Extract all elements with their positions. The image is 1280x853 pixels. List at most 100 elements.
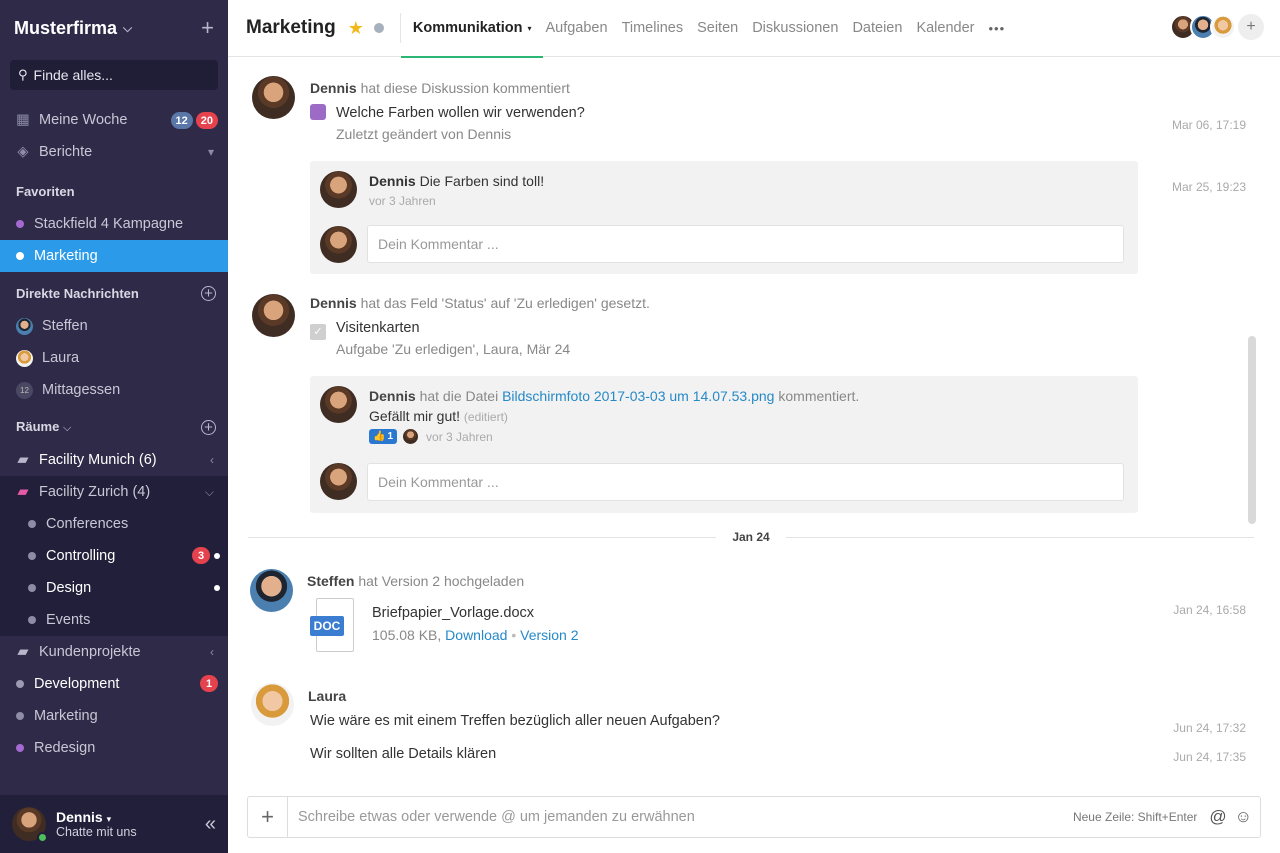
room-color-dot [16, 220, 24, 228]
avatar [12, 807, 48, 843]
sidebar-item-label: Stackfield 4 Kampagne [34, 216, 184, 232]
tab-kalender[interactable]: Kalender [916, 0, 974, 57]
tab-aufgaben[interactable]: Aufgaben [545, 0, 607, 57]
download-link[interactable]: Download [445, 627, 507, 643]
author-name[interactable]: Steffen [307, 573, 354, 589]
sidebar-item-my-week[interactable]: ▦ Meine Woche 12 20 [0, 104, 228, 136]
sidebar-item-label: Redesign [34, 740, 96, 756]
collapse-sidebar-icon[interactable]: « [205, 813, 216, 836]
folder-icon: ▰ [17, 484, 29, 500]
avatar [251, 683, 294, 726]
count-badge: 12 [170, 112, 193, 129]
sidebar-item-label: Kundenprojekte [39, 644, 141, 660]
comment-input[interactable]: Dein Kommentar ... [367, 225, 1124, 263]
emoji-icon[interactable]: ☺ [1235, 807, 1252, 827]
author-name[interactable]: Dennis [310, 295, 357, 311]
author-name[interactable]: Dennis [369, 388, 416, 404]
edited-label: (editiert) [463, 410, 508, 424]
thumbs-up-icon: 👍 [373, 431, 386, 442]
room-color-dot [16, 252, 24, 260]
sidebar-item-events[interactable]: Events [0, 604, 228, 636]
search-input[interactable]: ⚲ Finde alles... [10, 60, 218, 90]
sidebar-item-reports[interactable]: ◈ Berichte ▾ [0, 136, 228, 168]
sidebar-item-conferences[interactable]: Conferences [0, 508, 228, 540]
sidebar-item-controlling[interactable]: Controlling 3 [0, 540, 228, 572]
section-label: Direkte Nachrichten [16, 285, 139, 301]
timestamp: Mar 06, 17:19 [1171, 118, 1246, 132]
add-circle-icon[interactable]: + [201, 419, 216, 436]
like-badge[interactable]: 👍 1 [369, 429, 398, 444]
author-name[interactable]: Dennis [310, 80, 357, 96]
comment-header: Dennis hat die Datei Bildschirmfoto 2017… [369, 388, 859, 404]
chevron-down-icon: ▾ [207, 145, 214, 159]
sidebar-item-label: Design [46, 580, 92, 596]
sidebar-item-mittagessen[interactable]: 12 Mittagessen [0, 374, 228, 406]
doc-file-icon[interactable]: DOC [310, 598, 354, 652]
file-link[interactable]: Bildschirmfoto 2017-03-03 um 14.07.53.pn… [502, 388, 774, 404]
message-composer: + Schreibe etwas oder verwende @ um jema… [247, 796, 1261, 838]
member-avatars[interactable]: + [1170, 14, 1264, 40]
tab-seiten[interactable]: Seiten [697, 0, 738, 57]
tab-dateien[interactable]: Dateien [852, 0, 902, 57]
comment-box: Dennis Die Farben sind toll! vor 3 Jahre… [310, 161, 1138, 274]
count-badge: 1 [200, 675, 218, 692]
scrollbar[interactable] [1248, 336, 1256, 524]
add-circle-icon[interactable]: + [201, 285, 216, 302]
timestamp: Jun 24, 17:35 [1173, 750, 1246, 764]
author-name[interactable]: Laura [308, 688, 346, 704]
attach-button[interactable]: + [248, 797, 288, 837]
task-title[interactable]: ✓ Visitenkarten [310, 320, 420, 340]
company-switcher[interactable]: Musterfirma ⌵ [14, 18, 132, 39]
star-icon[interactable]: ★ [348, 18, 364, 39]
action-text: hat das Feld 'Status' auf 'Zu erledigen'… [360, 295, 650, 311]
section-label: Räume ⌵ [16, 419, 71, 435]
action-text: hat diese Diskussion kommentiert [360, 80, 570, 96]
room-color-dot [28, 616, 36, 624]
main-panel: Marketing ★ Kommunikation ▾ Aufgaben Time… [228, 0, 1280, 853]
timestamp: Jan 24, 16:58 [1173, 603, 1246, 617]
message-input[interactable]: Schreibe etwas oder verwende @ um jemand… [288, 809, 1073, 825]
checkbox-icon: ✓ [310, 323, 326, 340]
version-link[interactable]: Version 2 [520, 627, 578, 643]
entry-meta: Dennis hat das Feld 'Status' auf 'Zu erl… [310, 295, 650, 311]
more-options-icon[interactable]: ••• [988, 0, 1005, 57]
add-icon[interactable]: + [201, 17, 214, 39]
sidebar-item-development[interactable]: Development 1 [0, 668, 228, 700]
tab-kommunikation[interactable]: Kommunikation ▾ [400, 0, 544, 58]
avatar [403, 429, 419, 444]
sidebar-item-label: Conferences [46, 516, 129, 532]
sidebar-item-kundenprojekte[interactable]: ▰ Kundenprojekte ‹ [0, 636, 228, 668]
timestamp: Jun 24, 17:32 [1173, 721, 1246, 735]
sidebar-item-marketing-room[interactable]: Marketing [0, 700, 228, 732]
avatar [1210, 14, 1236, 40]
calendar-icon: ▦ [16, 112, 30, 128]
divider [399, 13, 401, 43]
entry-meta: Steffen hat Version 2 hochgeladen [307, 573, 524, 589]
user-footer[interactable]: Dennis ▾ Chatte mit uns « [0, 795, 228, 853]
avatar [16, 317, 33, 335]
sidebar-item-stackfield-campaign[interactable]: Stackfield 4 Kampagne [0, 208, 228, 240]
sidebar-item-label: Berichte [39, 144, 93, 160]
comment-input[interactable]: Dein Kommentar ... [367, 463, 1124, 501]
title-text: Welche Farben wollen wir verwenden? [336, 105, 585, 121]
tab-timelines[interactable]: Timelines [622, 0, 684, 57]
sidebar-item-label: Laura [42, 350, 80, 366]
sidebar-item-steffen[interactable]: Steffen [0, 310, 228, 342]
discussion-title[interactable]: Welche Farben wollen wir verwenden? [310, 104, 585, 121]
sidebar-item-facility-zurich[interactable]: ▰ Facility Zurich (4) ⌵ [0, 476, 228, 508]
file-size: 105.08 KB, [372, 627, 442, 643]
sidebar-item-marketing[interactable]: Marketing [0, 240, 228, 272]
comment-body: Gefällt mir gut! [369, 408, 461, 424]
add-member-button[interactable]: + [1238, 14, 1264, 40]
mention-icon[interactable]: @ [1209, 807, 1226, 827]
author-name[interactable]: Dennis [369, 173, 416, 189]
unread-dot [214, 585, 220, 591]
tab-diskussionen[interactable]: Diskussionen [752, 0, 838, 57]
reactions: 👍 1 vor 3 Jahren [369, 429, 493, 444]
sidebar-item-facility-munich[interactable]: ▰ Facility Munich (6) ‹ [0, 444, 228, 476]
sidebar-item-redesign[interactable]: Redesign [0, 732, 228, 764]
file-name[interactable]: Briefpapier_Vorlage.docx [372, 605, 534, 621]
discussion-icon [310, 104, 326, 120]
sidebar-item-design[interactable]: Design [0, 572, 228, 604]
sidebar-item-laura[interactable]: Laura [0, 342, 228, 374]
